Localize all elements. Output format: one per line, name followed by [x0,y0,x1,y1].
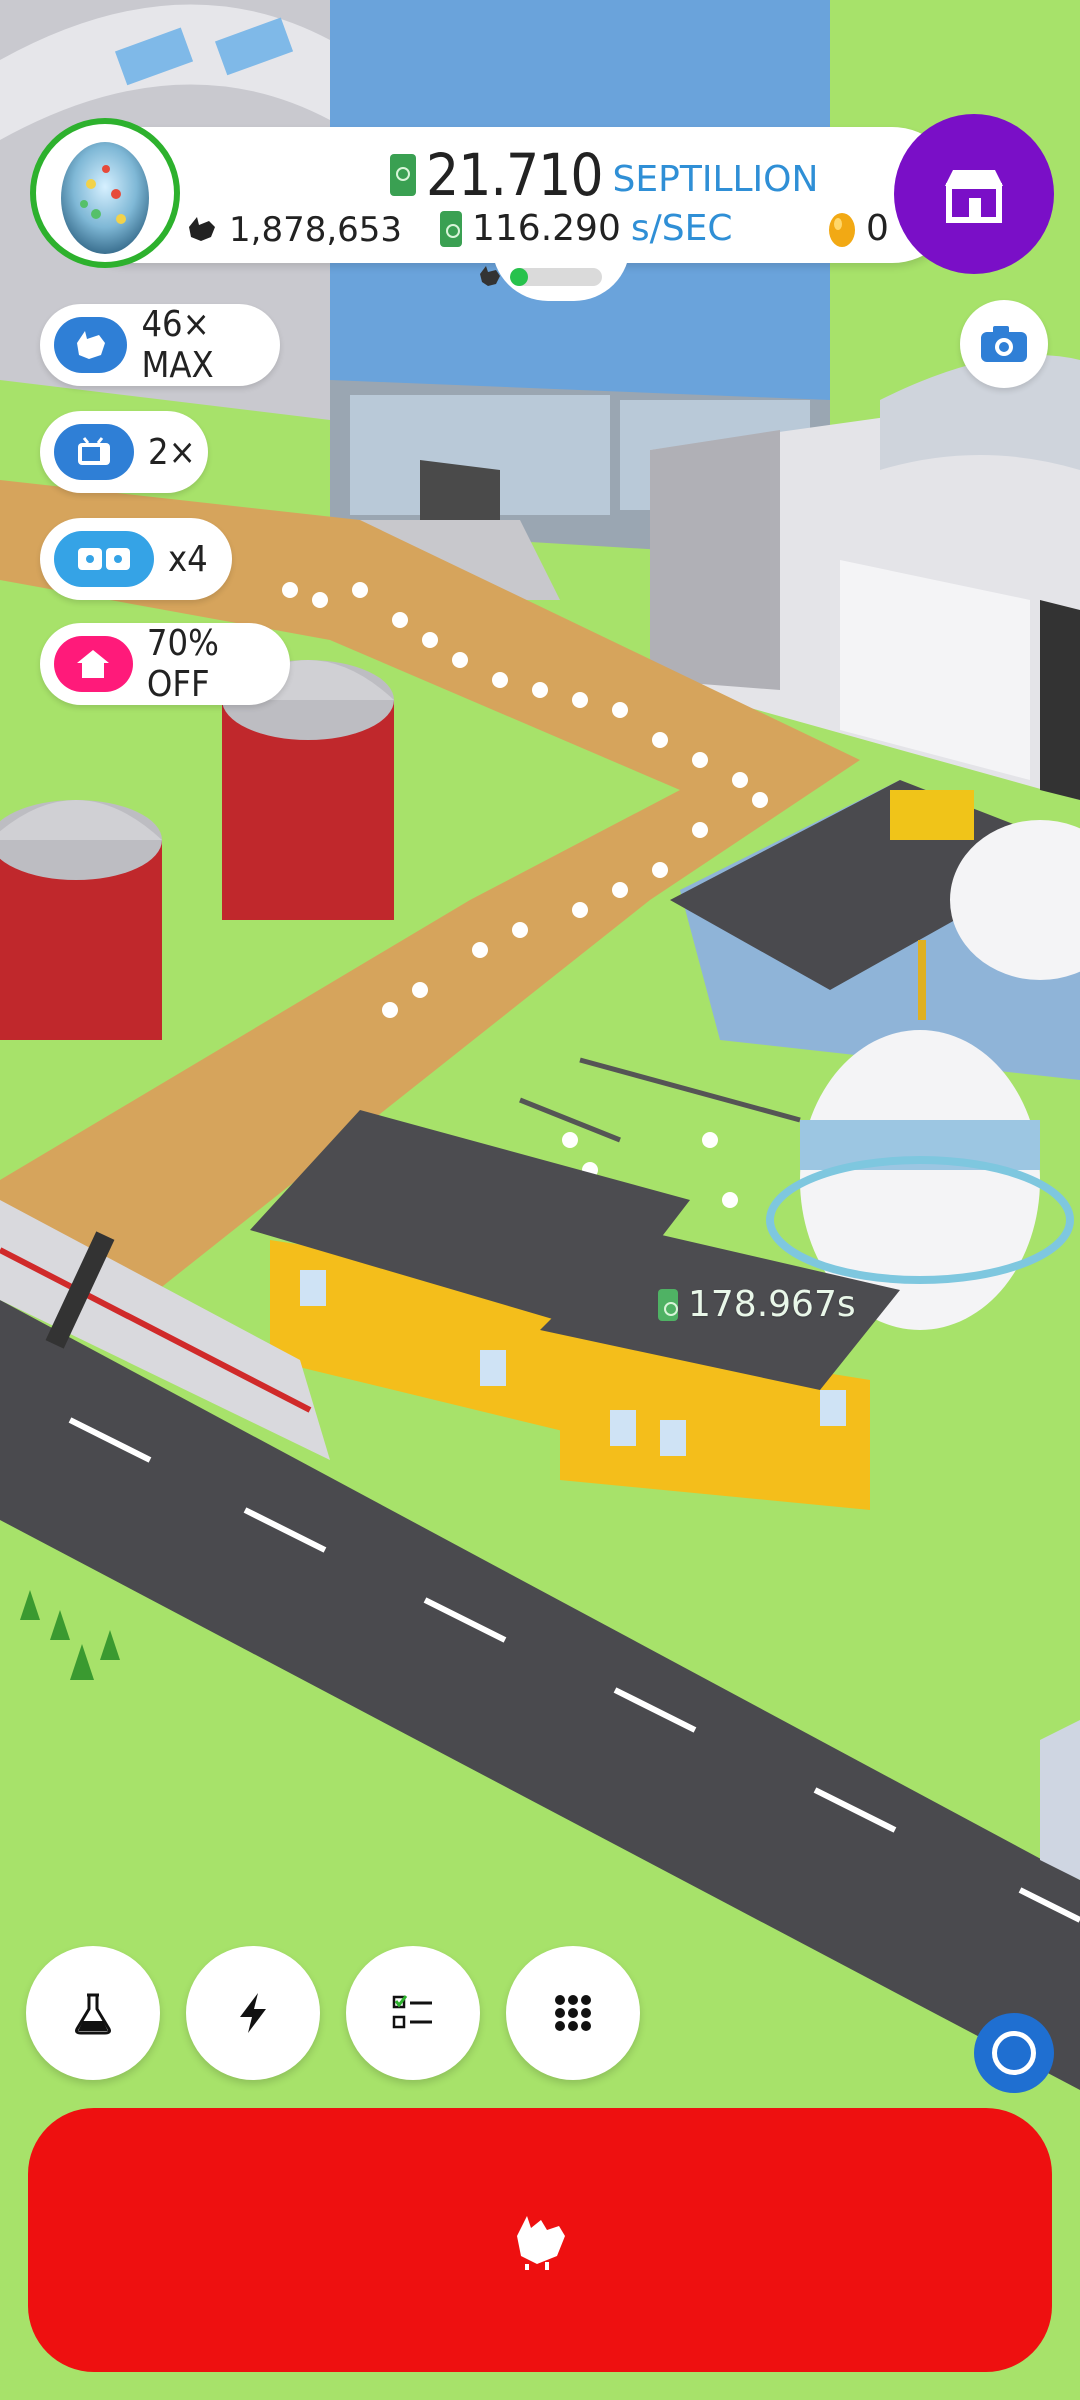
rate-value: 116.290 [472,208,621,249]
assistant-button[interactable] [974,2013,1054,2093]
egg-avatar[interactable] [30,118,180,268]
menu-button[interactable] [506,1946,640,2080]
chicken-icon [76,331,105,359]
tv-icon [78,437,110,465]
shop-button[interactable] [894,114,1054,274]
boost-chip [54,424,134,480]
rate-unit: s/SEC [630,208,733,249]
egg-icon [61,142,149,254]
hatchery-progress-fill [510,268,529,286]
chicken-count-value: 1,878,653 [229,210,403,250]
money-display: 21.710 SEPTILLION [390,140,818,210]
research-button[interactable] [26,1946,160,2080]
chicken-icon [517,2216,565,2270]
cash-icon [390,154,416,196]
shop-icon [945,170,1003,223]
cash-icon [658,1288,678,1321]
checklist-icon [392,1995,432,2029]
boost-label: 70% OFF [146,623,219,705]
boost-tv-pill[interactable]: 2× [40,411,208,493]
camera-icon [981,326,1027,362]
hatchery-chicken-icon [480,266,500,286]
money-unit: SEPTILLION [612,158,819,200]
income-rate: 116.290 s/SEC [440,208,733,249]
egg-boost-icon [78,548,130,570]
boost-label: 46× MAX [141,304,214,386]
silo-left [0,800,162,1040]
discount-pill[interactable]: 70% OFF [40,623,290,705]
home-icon [77,650,110,678]
delivery-truck [1040,1720,1080,1880]
lightning-icon [240,1993,266,2033]
boost-label: x4 [168,538,208,580]
golden-egg-icon [829,212,855,247]
boost-label: 2× [148,431,196,473]
floating-income: 178.967s [658,1284,856,1325]
camera-button[interactable] [960,300,1048,388]
boost-chicken-pill[interactable]: 46× MAX [40,304,280,386]
hatchery-progress-bar [510,268,602,286]
chicken-count: 1,878,653 [185,210,402,250]
grid-icon [555,1995,591,2031]
cash-icon [440,210,462,247]
missions-button[interactable] [346,1946,480,2080]
hatch-chicken-button[interactable] [28,2108,1052,2372]
money-value: 21.710 [426,141,604,209]
boost-chip [54,531,154,587]
boost-multiplier-pill[interactable]: x4 [40,518,232,600]
boost-chip [54,317,128,373]
golden-egg-value: 0 [866,208,889,249]
chicken-icon [189,217,215,241]
boosts-button[interactable] [186,1946,320,2080]
floating-income-value: 178.967s [688,1284,856,1325]
golden-egg-count: 0 [828,208,889,249]
boost-chip [54,636,133,692]
flask-icon [75,1993,111,2035]
